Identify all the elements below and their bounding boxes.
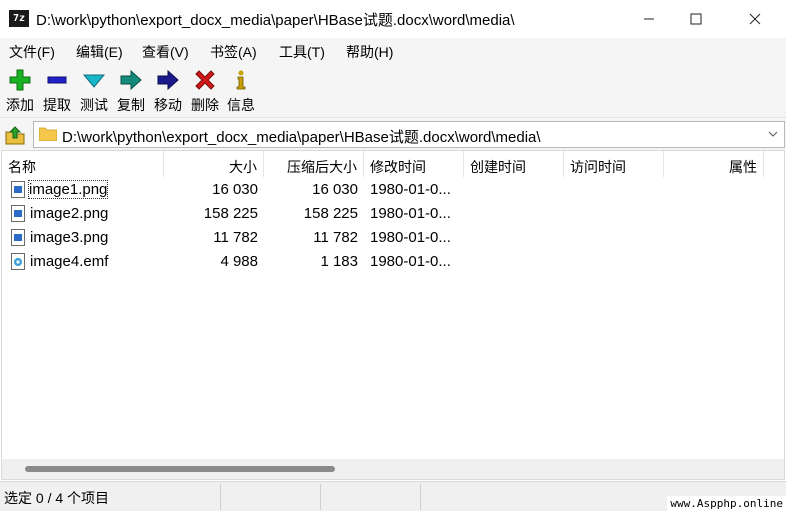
up-folder-button[interactable] <box>4 124 26 146</box>
folder-up-icon <box>5 126 25 145</box>
file-packed-size: 16 030 <box>312 181 358 198</box>
folder-icon <box>39 127 57 141</box>
address-bar: D:\work\python\export_docx_media\paper\H… <box>0 118 786 150</box>
watermark: www.Aspphp.online <box>667 496 786 511</box>
menu-tools[interactable]: 工具(T) <box>279 42 325 62</box>
column-created[interactable]: 创建时间 <box>464 151 564 177</box>
maximize-icon <box>690 13 702 25</box>
file-size: 158 225 <box>203 205 258 222</box>
table-row[interactable]: image3.png 11 782 11 782 1980-01-0... <box>2 226 784 250</box>
copy-button[interactable]: 复制 <box>113 66 149 116</box>
file-name: image3.png <box>30 229 109 246</box>
close-button[interactable] <box>732 0 778 38</box>
copy-arrow-icon <box>120 69 142 91</box>
test-button[interactable]: 测试 <box>76 66 112 116</box>
column-modified[interactable]: 修改时间 <box>364 151 464 177</box>
file-packed-size: 1 183 <box>320 253 358 270</box>
plus-icon <box>9 69 31 91</box>
column-accessed[interactable]: 访问时间 <box>564 151 664 177</box>
address-path: D:\work\python\export_docx_media\paper\H… <box>62 129 541 146</box>
menu-help[interactable]: 帮助(H) <box>346 42 393 62</box>
menu-edit[interactable]: 编辑(E) <box>76 42 123 62</box>
table-row[interactable]: image2.png 158 225 158 225 1980-01-0... <box>2 202 784 226</box>
file-modified: 1980-01-0... <box>370 181 451 198</box>
file-size: 11 782 <box>213 229 258 246</box>
column-name[interactable]: 名称 <box>2 151 164 177</box>
close-icon <box>749 13 761 25</box>
extract-button[interactable]: 提取 <box>39 66 75 116</box>
file-size: 16 030 <box>212 181 258 198</box>
file-modified: 1980-01-0... <box>370 229 451 246</box>
file-name: image4.emf <box>30 253 109 270</box>
column-packed-size[interactable]: 压缩后大小 <box>264 151 364 177</box>
file-size: 4 988 <box>220 253 258 270</box>
emf-file-icon <box>11 253 25 270</box>
check-icon <box>82 74 106 88</box>
png-file-icon <box>11 181 25 198</box>
minimize-icon <box>644 18 654 20</box>
file-modified: 1980-01-0... <box>370 205 451 222</box>
table-row[interactable]: image1.png 16 030 16 030 1980-01-0... <box>2 178 784 202</box>
info-button[interactable]: 信息 <box>223 66 259 116</box>
window-title: D:\work\python\export_docx_media\paper\H… <box>36 12 515 29</box>
delete-x-icon <box>195 70 215 90</box>
add-button[interactable]: 添加 <box>2 66 38 116</box>
png-file-icon <box>11 229 25 246</box>
status-selection: 选定 0 / 4 个项目 <box>4 490 110 506</box>
menu-bar: 文件(F) 编辑(E) 查看(V) 书签(A) 工具(T) 帮助(H) <box>0 38 786 64</box>
title-bar: 7z D:\work\python\export_docx_media\pape… <box>0 0 786 38</box>
menu-bookmarks[interactable]: 书签(A) <box>210 42 257 62</box>
7zip-app-icon[interactable]: 7z <box>9 10 29 27</box>
status-divider <box>320 484 321 510</box>
address-field[interactable]: D:\work\python\export_docx_media\paper\H… <box>33 121 785 148</box>
file-packed-size: 158 225 <box>303 205 358 222</box>
chevron-down-icon[interactable] <box>766 125 780 143</box>
info-icon <box>236 70 246 90</box>
menu-file[interactable]: 文件(F) <box>9 42 55 62</box>
scrollbar-thumb[interactable] <box>25 466 335 472</box>
file-name: image2.png <box>30 205 109 222</box>
status-bar: 选定 0 / 4 个项目 www.Aspphp.online <box>0 481 786 511</box>
column-header-row: 名称 大小 压缩后大小 修改时间 创建时间 访问时间 属性 <box>2 151 784 177</box>
menu-view[interactable]: 查看(V) <box>142 42 189 62</box>
minus-icon <box>47 76 67 84</box>
status-divider <box>220 484 221 510</box>
toolbar: 添加 提取 测试 复制 移动 删除 信息 <box>0 64 786 118</box>
minimize-button[interactable] <box>626 0 672 38</box>
maximize-button[interactable] <box>673 0 719 38</box>
move-button[interactable]: 移动 <box>150 66 186 116</box>
table-row[interactable]: image4.emf 4 988 1 183 1980-01-0... <box>2 250 784 274</box>
column-attributes[interactable]: 属性 <box>664 151 764 177</box>
file-modified: 1980-01-0... <box>370 253 451 270</box>
png-file-icon <box>11 205 25 222</box>
status-divider <box>420 484 421 510</box>
move-arrow-icon <box>157 69 179 91</box>
file-name: image1.png <box>27 180 109 199</box>
column-size[interactable]: 大小 <box>164 151 264 177</box>
horizontal-scrollbar[interactable] <box>2 459 784 479</box>
delete-button[interactable]: 删除 <box>187 66 223 116</box>
file-list: 名称 大小 压缩后大小 修改时间 创建时间 访问时间 属性 image1.png… <box>1 150 785 480</box>
file-packed-size: 11 782 <box>313 229 358 246</box>
